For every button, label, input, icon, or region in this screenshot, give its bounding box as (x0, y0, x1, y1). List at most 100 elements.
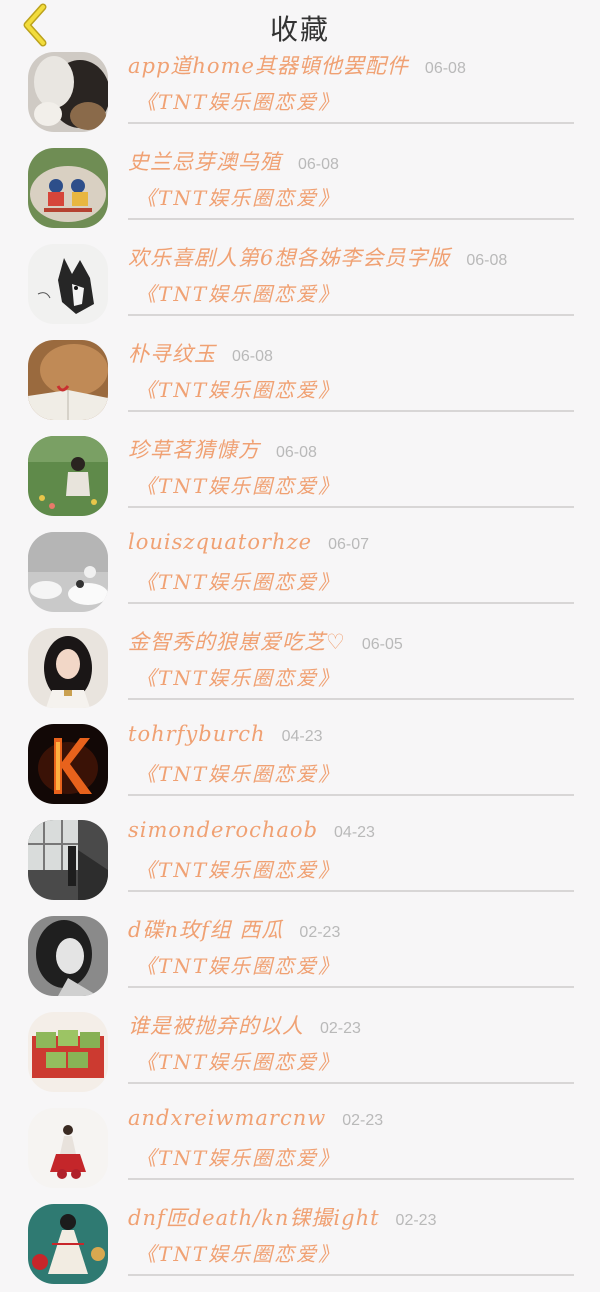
item-date: 06-08 (466, 252, 508, 269)
book-title: 《TNT娱乐圈恋爱》 (136, 1146, 341, 1170)
top-bar: 收藏 (0, 0, 600, 52)
user-name: dnf匝death/kn锞撮ight (128, 1206, 380, 1230)
book-title: 《TNT娱乐圈恋爱》 (136, 186, 341, 210)
user-name: tohrfyburch (128, 722, 266, 746)
user-name: 珍草茗猜慷方 (128, 438, 260, 462)
user-name: 朴寻纹玉 (128, 342, 216, 366)
user-name: 史兰忌芽澳乌殖 (128, 150, 282, 174)
avatar (28, 1012, 108, 1092)
list-item[interactable]: d碟n玫f组 西瓜 02-23 《TNT娱乐圈恋爱》 (0, 908, 600, 1004)
book-title: 《TNT娱乐圈恋爱》 (136, 570, 341, 594)
divider (128, 890, 574, 892)
item-content: 欢乐喜剧人第6想各姊李会员字版 06-08 《TNT娱乐圈恋爱》 (128, 236, 574, 332)
list-item[interactable]: 谁是被抛弃的以人 02-23 《TNT娱乐圈恋爱》 (0, 1004, 600, 1100)
divider (128, 122, 574, 124)
divider (128, 698, 574, 700)
list-item[interactable]: 金智秀的狼崽爱吃芝♡ 06-05 《TNT娱乐圈恋爱》 (0, 620, 600, 716)
item-date: 06-05 (361, 636, 403, 653)
avatar (28, 340, 108, 420)
divider (128, 1274, 574, 1276)
item-date: 06-08 (298, 156, 339, 173)
divider (128, 1178, 574, 1180)
divider (128, 314, 574, 316)
book-title: 《TNT娱乐圈恋爱》 (136, 474, 341, 498)
book-title: 《TNT娱乐圈恋爱》 (136, 666, 341, 690)
list-item[interactable]: 珍草茗猜慷方 06-08 《TNT娱乐圈恋爱》 (0, 428, 600, 524)
item-date: 06-08 (424, 60, 466, 77)
item-date: 02-23 (342, 1112, 384, 1129)
item-date: 02-23 (299, 924, 341, 941)
clouds-bw-image (28, 532, 108, 612)
item-content: dnf匝death/kn锞撮ight 02-23 《TNT娱乐圈恋爱》 (128, 1196, 574, 1292)
book-title: 《TNT娱乐圈恋爱》 (136, 858, 341, 882)
divider (128, 602, 574, 604)
user-name: louiszquatorhze (128, 530, 313, 554)
list-item[interactable]: 欢乐喜剧人第6想各姊李会员字版 06-08 《TNT娱乐圈恋爱》 (0, 236, 600, 332)
item-content: louiszquatorhze 06-07 《TNT娱乐圈恋爱》 (128, 524, 574, 620)
user-name: d碟n玫f组 西瓜 (128, 918, 284, 942)
avatar (28, 532, 108, 612)
avatar (28, 244, 108, 324)
girl-flowers-image (28, 436, 108, 516)
item-date: 02-23 (395, 1212, 437, 1229)
husky-sketch-image (28, 244, 108, 324)
item-content: app道home其器頓他罢配件 06-08 《TNT娱乐圈恋爱》 (128, 44, 574, 140)
item-date: 02-23 (320, 1020, 361, 1037)
page-title: 收藏 (269, 13, 330, 46)
cat-book-image (28, 340, 108, 420)
avatar (28, 436, 108, 516)
window-person-image (28, 820, 108, 900)
list-item[interactable]: tohrfyburch 04-23 《TNT娱乐圈恋爱》 (0, 716, 600, 812)
item-content: simonderochaob 04-23 《TNT娱乐圈恋爱》 (128, 812, 574, 908)
divider (128, 218, 574, 220)
avatar (28, 52, 108, 132)
item-content: 史兰忌芽澳乌殖 06-08 《TNT娱乐圈恋爱》 (128, 140, 574, 236)
item-content: 谁是被抛弃的以人 02-23 《TNT娱乐圈恋爱》 (128, 1004, 574, 1100)
divider (128, 410, 574, 412)
book-title: 《TNT娱乐圈恋爱》 (136, 1242, 341, 1266)
list-item[interactable]: 朴寻纹玉 06-08 《TNT娱乐圈恋爱》 (0, 332, 600, 428)
user-name: 欢乐喜剧人第6想各姊李会员字版 (128, 246, 451, 270)
list-item[interactable]: 史兰忌芽澳乌殖 06-08 《TNT娱乐圈恋爱》 (0, 140, 600, 236)
user-name: 金智秀的狼崽爱吃芝♡ (128, 630, 346, 654)
user-name: app道home其器頓他罢配件 (128, 54, 409, 78)
user-name: simonderochaob (128, 818, 319, 842)
item-date: 04-23 (334, 824, 375, 841)
item-content: 朴寻纹玉 06-08 《TNT娱乐圈恋爱》 (128, 332, 574, 428)
list-item[interactable]: dnf匝death/kn锞撮ight 02-23 《TNT娱乐圈恋爱》 (0, 1196, 600, 1292)
item-content: d碟n玫f组 西瓜 02-23 《TNT娱乐圈恋爱》 (128, 908, 574, 1004)
list-item[interactable]: andxreiwmarcnw 02-23 《TNT娱乐圈恋爱》 (0, 1100, 600, 1196)
item-content: 金智秀的狼崽爱吃芝♡ 06-05 《TNT娱乐圈恋爱》 (128, 620, 574, 716)
avatar (28, 724, 108, 804)
item-date: 06-08 (232, 348, 273, 365)
divider (128, 794, 574, 796)
cat-photo-image (28, 52, 108, 132)
item-content: andxreiwmarcnw 02-23 《TNT娱乐圈恋爱》 (128, 1100, 574, 1196)
avatar (28, 820, 108, 900)
list-item[interactable]: app道home其器頓他罢配件 06-08 《TNT娱乐圈恋爱》 (0, 44, 600, 140)
user-name: andxreiwmarcnw (128, 1106, 327, 1130)
portrait-girl-image (28, 628, 108, 708)
divider (128, 986, 574, 988)
item-date: 04-23 (281, 728, 323, 745)
book-title: 《TNT娱乐圈恋爱》 (136, 378, 341, 402)
user-name: 谁是被抛弃的以人 (128, 1014, 304, 1038)
item-content: 珍草茗猜慷方 06-08 《TNT娱乐圈恋爱》 (128, 428, 574, 524)
favorites-list: app道home其器頓他罢配件 06-08 《TNT娱乐圈恋爱》 史兰忌芽澳乌殖… (0, 44, 600, 1292)
painted-stone-image (28, 148, 108, 228)
avatar (28, 148, 108, 228)
avatar (28, 1204, 108, 1284)
illustrated-girl-image (28, 1204, 108, 1284)
fire-letter-k-image (28, 724, 108, 804)
avatar (28, 916, 108, 996)
item-date: 06-08 (276, 444, 317, 461)
divider (128, 506, 574, 508)
book-title: 《TNT娱乐圈恋爱》 (136, 1050, 341, 1074)
matcha-cake-image (28, 1012, 108, 1092)
book-title: 《TNT娱乐圈恋爱》 (136, 282, 341, 306)
list-item[interactable]: simonderochaob 04-23 《TNT娱乐圈恋爱》 (0, 812, 600, 908)
book-title: 《TNT娱乐圈恋爱》 (136, 762, 341, 786)
item-content: tohrfyburch 04-23 《TNT娱乐圈恋爱》 (128, 716, 574, 812)
list-item[interactable]: louiszquatorhze 06-07 《TNT娱乐圈恋爱》 (0, 524, 600, 620)
item-date: 06-07 (328, 536, 369, 553)
